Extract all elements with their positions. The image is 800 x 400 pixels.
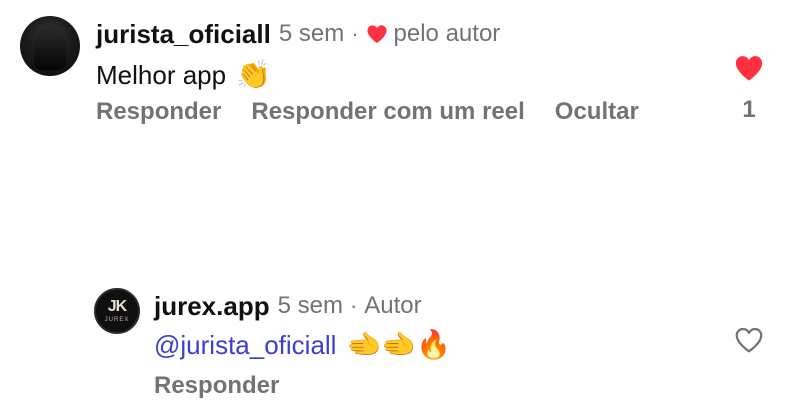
comment-actions: Responder Responder com um reel Ocultar <box>96 98 669 126</box>
avatar[interactable]: JK JUREX <box>94 288 140 334</box>
username[interactable]: jurista_oficiall <box>96 19 271 50</box>
separator: · <box>351 21 359 46</box>
heart-filled-icon <box>366 24 388 44</box>
comment: jurista_oficiall 5 sem · pelo autor Melh… <box>0 0 800 140</box>
avatar-figure <box>34 26 66 70</box>
comment-body: Melhor app <box>96 59 227 90</box>
avatar-subtext: JUREX <box>104 317 130 323</box>
reply-with-reel-button[interactable]: Responder com um reel <box>251 98 524 126</box>
username[interactable]: jurex.app <box>154 291 270 322</box>
comment-text: @jurista_oficiall 🫲🫲🔥 <box>154 328 451 362</box>
avatar[interactable] <box>20 16 80 76</box>
liked-by-author-label: pelo autor <box>393 20 501 47</box>
comment-header: jurista_oficiall 5 sem · pelo autor <box>96 16 500 52</box>
like-button[interactable] <box>734 326 764 354</box>
mention-link[interactable]: @jurista_oficiall <box>154 330 336 361</box>
reply-button[interactable]: Responder <box>154 372 279 400</box>
avatar-monogram: JK <box>107 298 127 315</box>
like-button[interactable] <box>734 54 764 82</box>
hide-button[interactable]: Ocultar <box>555 98 639 126</box>
heart-filled-icon[interactable] <box>734 54 764 82</box>
timestamp[interactable]: 5 sem <box>279 20 344 48</box>
comment-actions: Responder <box>154 372 309 400</box>
heart-outline-icon[interactable] <box>734 326 764 354</box>
comment-text: Melhor app 👏 <box>96 58 271 92</box>
timestamp[interactable]: 5 sem <box>278 292 343 320</box>
clapping-hands-emoji: 👏 <box>236 59 271 90</box>
like-column <box>734 326 764 354</box>
reply-comment: JK JUREX jurex.app 5 sem · Autor @jurist… <box>0 140 800 399</box>
like-column: 1 <box>734 54 764 124</box>
emoji-group: 🫲🫲🔥 <box>346 329 452 360</box>
comment-header: jurex.app 5 sem · Autor <box>154 290 422 322</box>
like-count[interactable]: 1 <box>734 96 764 124</box>
reply-button[interactable]: Responder <box>96 98 221 126</box>
separator: · <box>349 293 358 318</box>
author-badge: Autor <box>364 292 422 319</box>
